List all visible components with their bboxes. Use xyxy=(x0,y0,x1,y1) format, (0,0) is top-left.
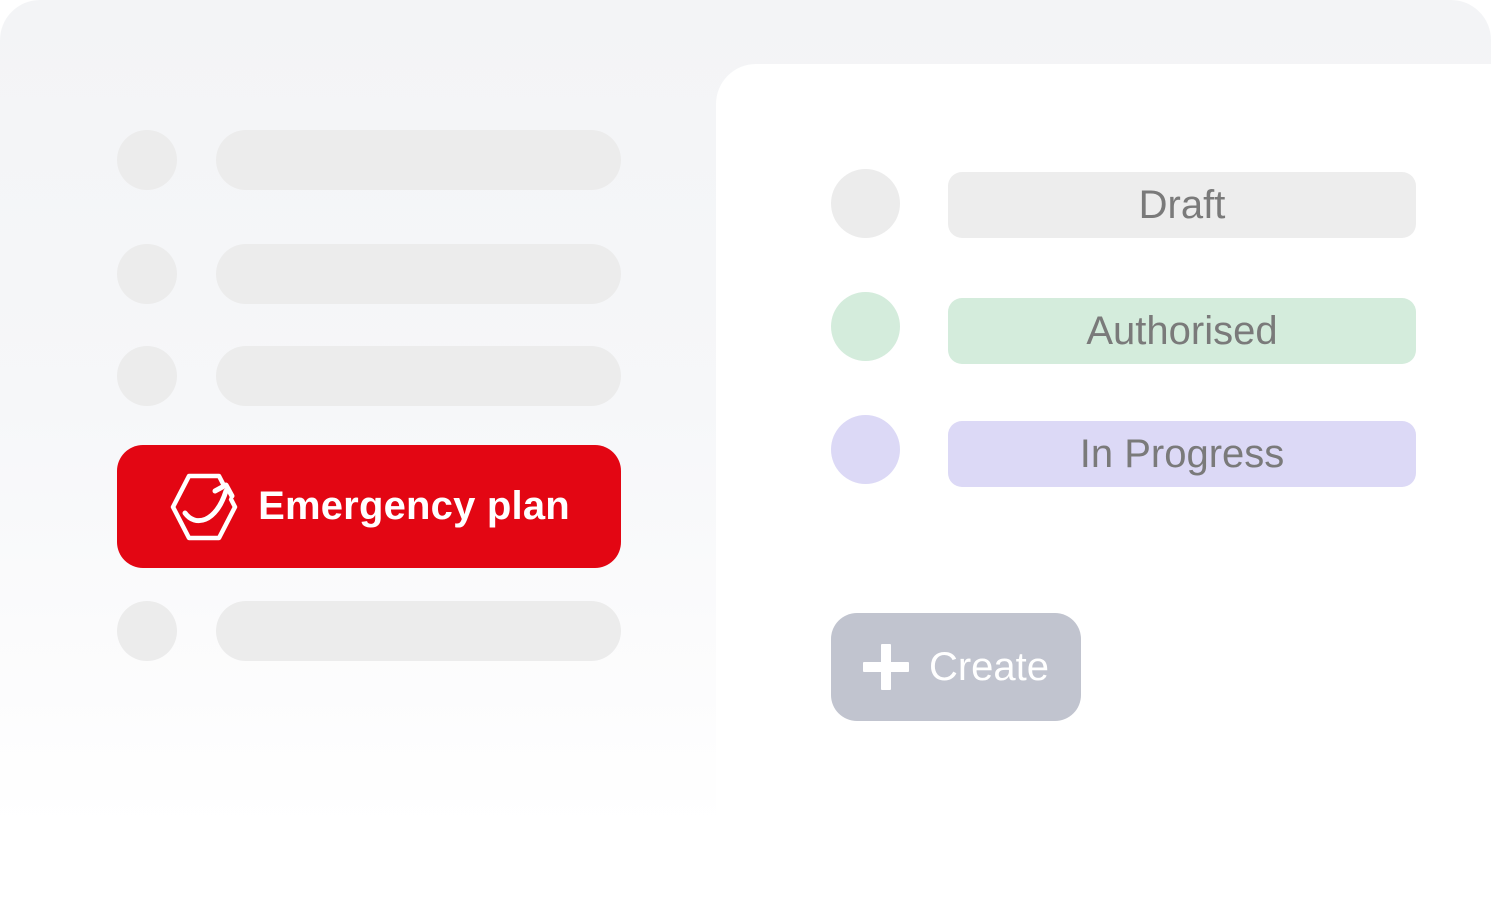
status-pill-in-progress[interactable]: In Progress xyxy=(948,421,1416,487)
placeholder-avatar xyxy=(117,244,177,304)
placeholder-avatar xyxy=(117,601,177,661)
status-indicator-in-progress xyxy=(831,415,900,484)
placeholder-text-bar xyxy=(216,601,621,661)
sidebar: Emergency plan xyxy=(0,0,716,901)
emergency-plan-button[interactable]: Emergency plan xyxy=(117,445,621,568)
status-label: Draft xyxy=(1138,182,1226,227)
placeholder-list-item[interactable] xyxy=(117,601,621,662)
status-label: Authorised xyxy=(1086,308,1278,353)
status-indicator-authorised xyxy=(831,292,900,361)
placeholder-text-bar xyxy=(216,244,621,304)
emergency-plan-icon xyxy=(170,473,238,540)
create-label: Create xyxy=(928,644,1050,689)
plus-icon xyxy=(862,644,909,690)
placeholder-text-bar xyxy=(216,130,621,190)
placeholder-avatar xyxy=(117,130,177,190)
placeholder-text-bar xyxy=(216,346,621,406)
emergency-plan-label: Emergency plan xyxy=(258,484,570,528)
placeholder-list-item[interactable] xyxy=(117,130,621,191)
placeholder-avatar xyxy=(117,346,177,406)
status-label: In Progress xyxy=(1079,431,1285,476)
status-indicator-draft xyxy=(831,169,900,238)
status-pill-draft[interactable]: Draft xyxy=(948,172,1416,238)
status-pill-authorised[interactable]: Authorised xyxy=(948,298,1416,364)
placeholder-list-item[interactable] xyxy=(117,244,621,305)
placeholder-list-item[interactable] xyxy=(117,346,621,407)
create-button[interactable]: Create xyxy=(831,613,1081,721)
